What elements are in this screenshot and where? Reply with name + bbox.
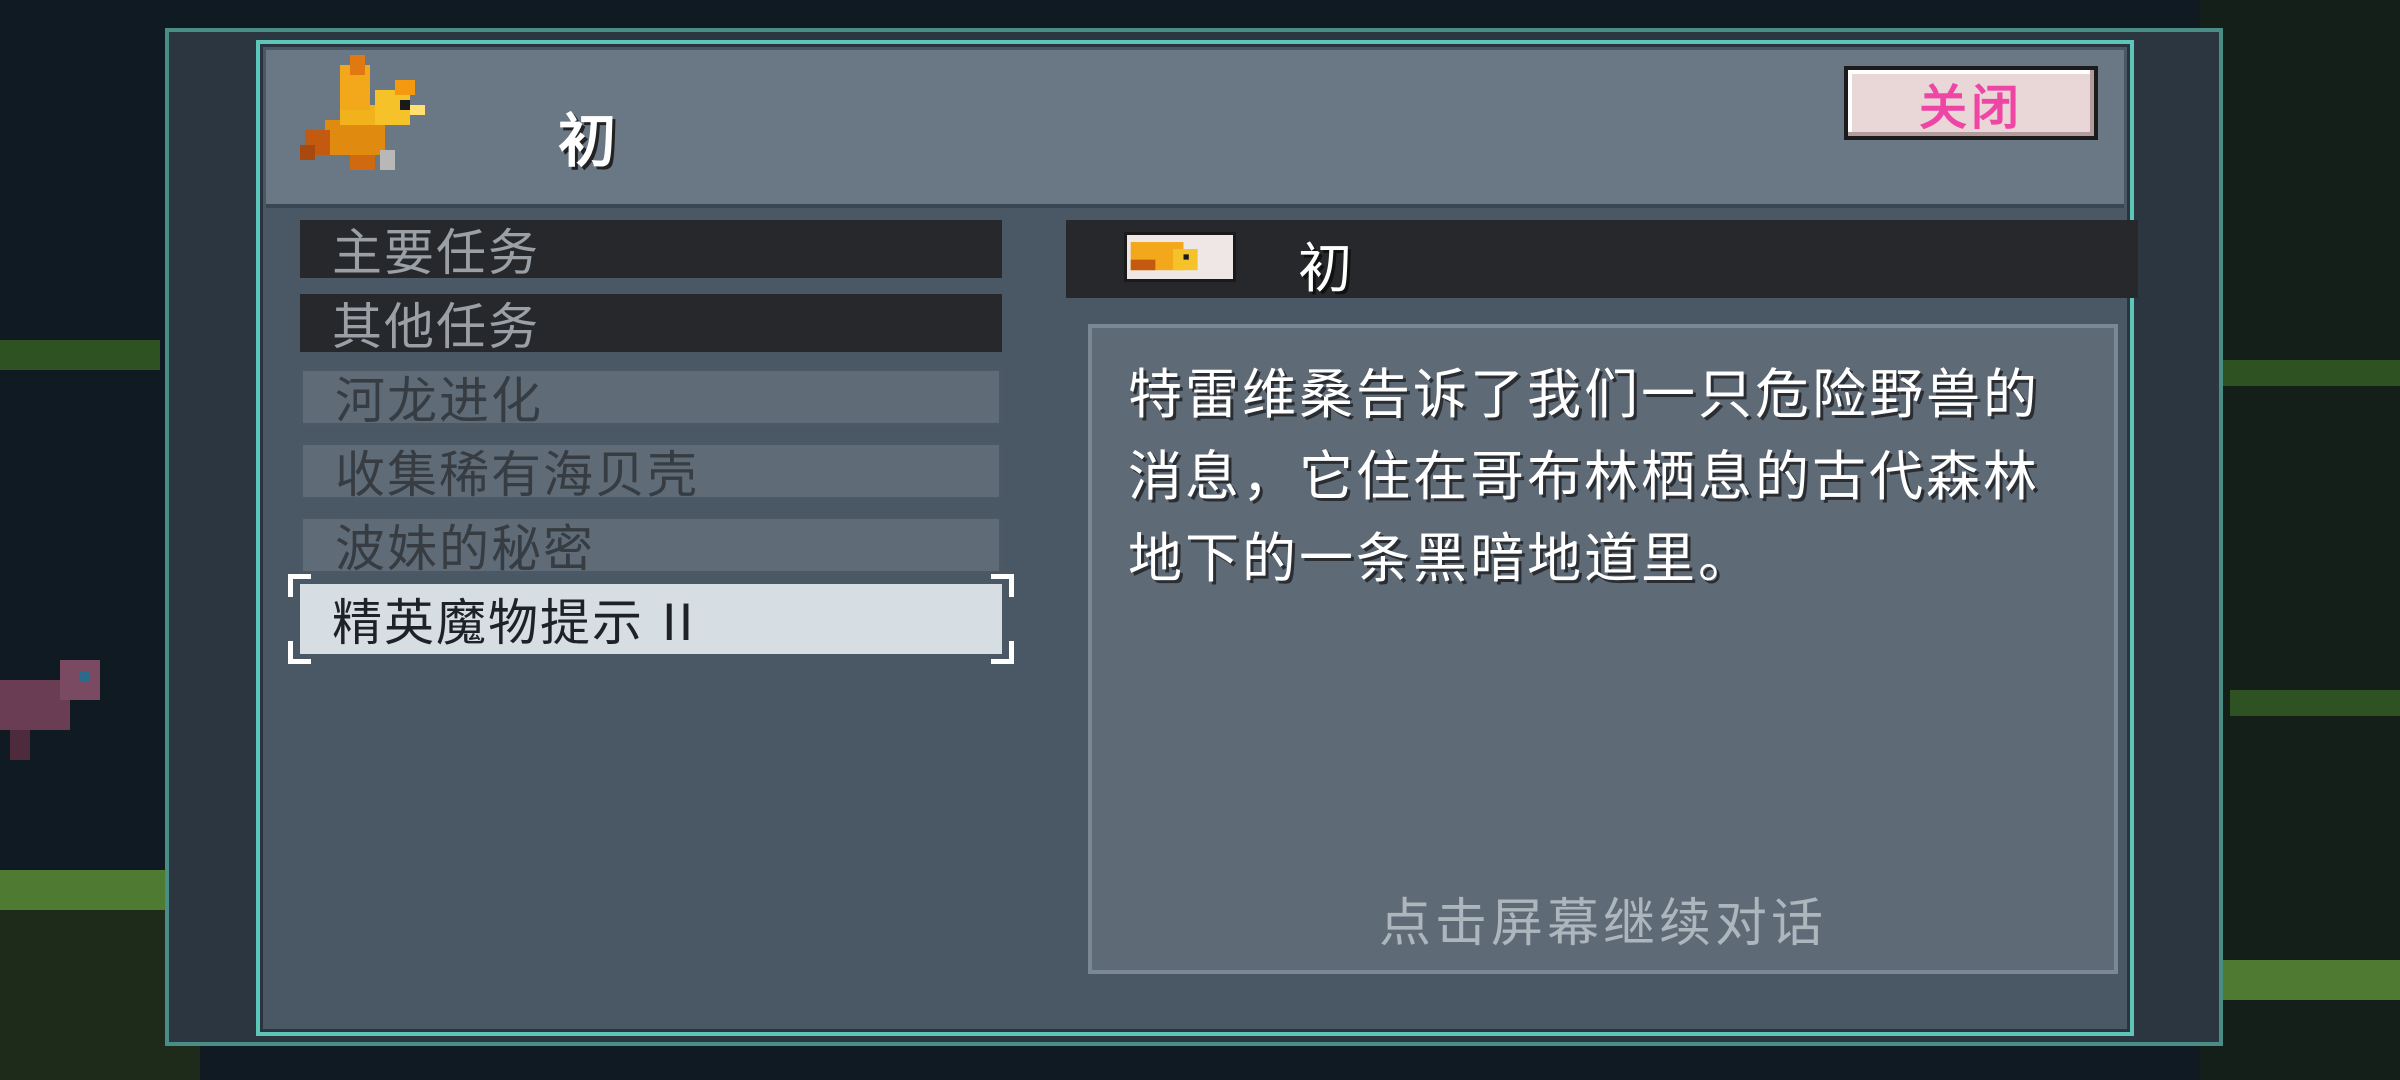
dialog-header: 初 关闭	[266, 50, 2124, 208]
quest-list: 主要任务 其他任务 河龙进化 收集稀有海贝壳 波妹的秘密 精英魔物提示 II	[288, 220, 1014, 670]
quest-item-river-dragon[interactable]: 河龙进化	[300, 368, 1002, 430]
quest-item-rare-shells[interactable]: 收集稀有海贝壳	[300, 442, 1002, 504]
detail-header: 初	[1066, 220, 2138, 300]
quest-item-elite-hint[interactable]: 精英魔物提示 II	[288, 574, 1014, 664]
continue-hint: 点击屏幕继续对话	[1378, 894, 1827, 954]
creature-icon	[0, 660, 100, 760]
main-quests-header[interactable]: 主要任务	[300, 220, 1002, 282]
other-quests-header[interactable]: 其他任务	[300, 294, 1002, 356]
dialogue-box[interactable]: 特雷维桑告诉了我们一只危险野兽的消息，它住在哥布林栖息的古代森林地下的一条黑暗地…	[1088, 324, 2118, 974]
selection-corner	[991, 574, 1014, 597]
phoenix-bird-icon	[300, 55, 425, 170]
selection-corner	[991, 641, 1014, 664]
selection-corner	[288, 641, 311, 664]
selection-corner	[288, 574, 311, 597]
quest-item-secret[interactable]: 波妹的秘密	[300, 516, 1002, 578]
phoenix-bird-icon	[1130, 235, 1230, 279]
close-button[interactable]: 关闭	[1844, 66, 2098, 140]
dialogue-text: 特雷维桑告诉了我们一只危险野兽的消息，它住在哥布林栖息的古代森林地下的一条黑暗地…	[1128, 363, 2040, 590]
quest-dialog: 初 关闭 主要任务 其他任务 河龙进化 收集稀有海贝壳 波妹的秘密 精英魔物提示…	[256, 40, 2138, 1036]
speaker-portrait	[1124, 232, 1236, 282]
quest-item-label: 精英魔物提示 II	[332, 594, 696, 652]
dialog-title: 初	[558, 107, 617, 175]
detail-title: 初	[1298, 237, 1352, 300]
